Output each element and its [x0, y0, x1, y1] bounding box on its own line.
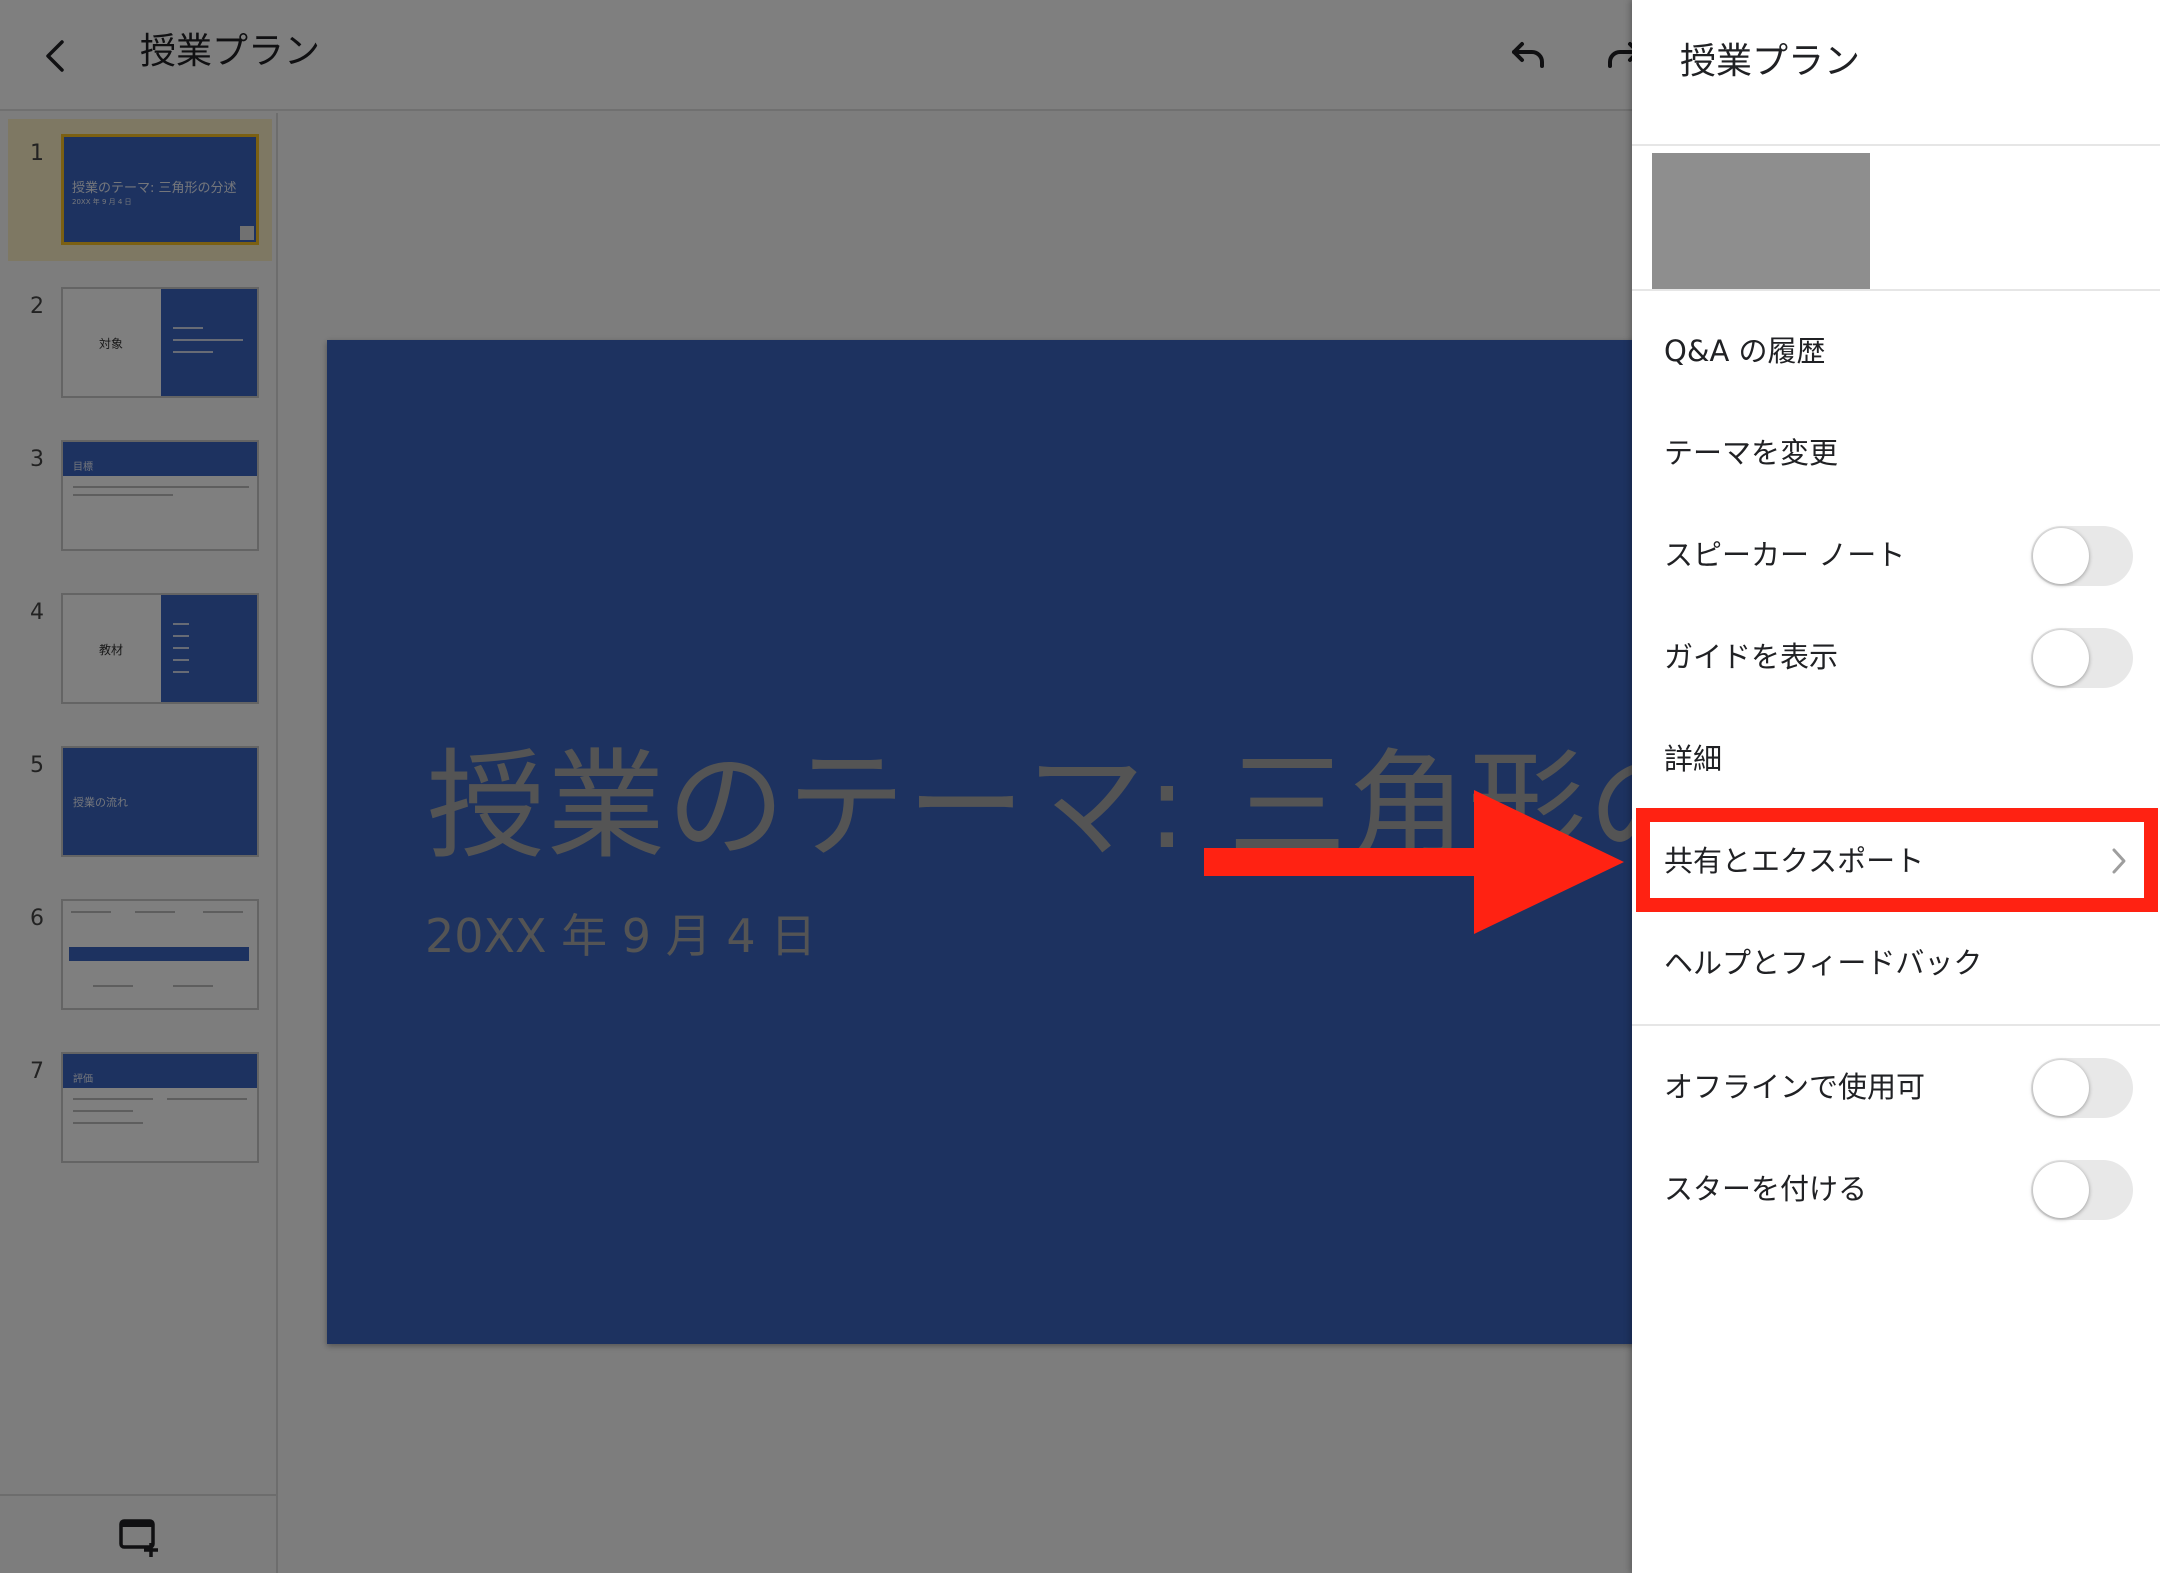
menu-item-available-offline[interactable]: オフラインで使用可 [1632, 1036, 2160, 1138]
panel-divider [1632, 144, 2160, 146]
menu-item-label: ガイドを表示 [1664, 640, 1839, 674]
menu-item-label: Q&A の履歴 [1664, 334, 1826, 368]
menu-item-label: スピーカー ノート [1664, 538, 1906, 572]
menu-item-show-guides[interactable]: ガイドを表示 [1632, 606, 2160, 708]
panel-divider [1632, 1024, 2160, 1026]
show-guides-toggle[interactable] [2031, 628, 2133, 688]
menu-item-label: スターを付ける [1664, 1172, 1868, 1206]
menu-item-label: ヘルプとフィードバック [1664, 946, 1983, 980]
available-offline-toggle[interactable] [2031, 1058, 2133, 1118]
document-menu-panel: 授業プラン Q&A の履歴 テーマを変更 スピーカー ノート ガイドを表示 詳細… [1632, 0, 2160, 1573]
highlight-box [1636, 808, 2158, 912]
menu-item-help-feedback[interactable]: ヘルプとフィードバック [1632, 912, 2160, 1014]
star-toggle[interactable] [2031, 1160, 2133, 1220]
panel-title: 授業プラン [1680, 41, 1861, 82]
panel-divider [1632, 289, 2160, 291]
speaker-notes-toggle[interactable] [2031, 526, 2133, 586]
toggle-knob [2033, 630, 2089, 686]
toggle-knob [2033, 1162, 2089, 1218]
menu-item-details[interactable]: 詳細 [1632, 708, 2160, 810]
menu-item-change-theme[interactable]: テーマを変更 [1632, 402, 2160, 504]
menu-item-label: 詳細 [1664, 742, 1723, 776]
toggle-knob [2033, 1060, 2089, 1116]
menu-item-qa-history[interactable]: Q&A の履歴 [1632, 300, 2160, 402]
menu-item-label: テーマを変更 [1664, 436, 1839, 470]
menu-item-label: オフラインで使用可 [1664, 1070, 1926, 1104]
menu-item-speaker-notes[interactable]: スピーカー ノート [1632, 504, 2160, 606]
toggle-knob [2033, 528, 2089, 584]
document-thumbnail [1652, 153, 1870, 291]
menu-item-star[interactable]: スターを付ける [1632, 1138, 2160, 1240]
red-arrow-annotation [1204, 790, 1624, 934]
